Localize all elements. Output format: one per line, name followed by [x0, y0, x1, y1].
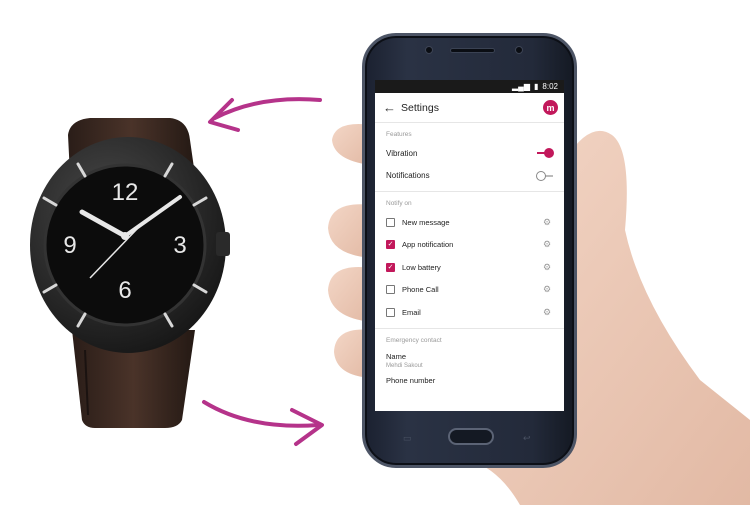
section-label-notify-on: Notify on	[386, 200, 412, 207]
features-section: Features Vibration Notifications	[375, 123, 564, 187]
signal-icon: ▂▄▆	[512, 82, 531, 91]
battery-icon: ▮	[534, 82, 539, 91]
notify-label: Phone Call	[402, 285, 439, 295]
gear-icon[interactable]: ⚙	[543, 262, 552, 272]
app-bar: ← Settings m	[375, 93, 564, 123]
gear-icon[interactable]: ⚙	[543, 217, 552, 227]
avatar[interactable]: m	[543, 100, 558, 115]
feature-row-vibration[interactable]: Vibration	[386, 142, 564, 165]
gear-icon[interactable]: ⚙	[543, 240, 552, 249]
gear-icon[interactable]: ⚙	[543, 285, 552, 294]
phone-call-checkbox[interactable]	[386, 285, 395, 295]
section-label-emergency-contact: Emergency contact	[386, 336, 442, 344]
name-field-label[interactable]: Name	[386, 352, 564, 361]
notify-row-email[interactable]: Email ⚙	[386, 301, 564, 324]
notifications-toggle[interactable]	[536, 170, 554, 181]
back-key-icon[interactable]: ↩	[523, 433, 531, 444]
section-label-features: Features	[386, 131, 412, 138]
recent-apps-icon[interactable]: ▭	[403, 433, 412, 444]
vibration-toggle[interactable]	[536, 148, 554, 159]
home-button[interactable]	[448, 428, 494, 445]
phone-screen: ▂▄▆ ▮ 8:02 ← Settings m Features Vibrati…	[375, 80, 564, 411]
proximity-sensor	[515, 46, 523, 54]
notify-label: New message	[402, 217, 450, 227]
feature-row-notifications[interactable]: Notifications	[386, 165, 564, 188]
notify-label: App notification	[402, 240, 454, 250]
notify-on-section: Notify on New message ⚙ ✓ App notificati…	[375, 192, 564, 324]
new-message-checkbox[interactable]	[386, 217, 395, 227]
notify-row-app-notification[interactable]: ✓ App notification ⚙	[386, 234, 564, 257]
earpiece-speaker	[450, 48, 495, 53]
notify-row-new-message[interactable]: New message ⚙	[386, 211, 564, 234]
low-battery-checkbox[interactable]: ✓	[386, 262, 395, 272]
notify-row-phone-call[interactable]: Phone Call ⚙	[386, 279, 564, 302]
feature-label: Vibration	[386, 148, 418, 158]
emergency-contact-section: Emergency contact Name Mehdi Sakout Phon…	[375, 329, 564, 385]
phone-number-field-label[interactable]: Phone number	[386, 376, 564, 385]
name-field-value: Mehdi Sakout	[386, 362, 423, 369]
app-notification-checkbox[interactable]: ✓	[386, 240, 395, 250]
status-bar: ▂▄▆ ▮ 8:02	[375, 80, 564, 93]
front-camera	[425, 46, 433, 54]
notify-row-low-battery[interactable]: ✓ Low battery ⚙	[386, 256, 564, 279]
arrow-left-icon[interactable]: ←	[383, 100, 399, 115]
smartphone: ▂▄▆ ▮ 8:02 ← Settings m Features Vibrati…	[362, 33, 577, 468]
notify-label: Low battery	[402, 262, 441, 272]
feature-label: Notifications	[386, 171, 430, 181]
email-checkbox[interactable]	[386, 307, 395, 317]
notify-label: Email	[402, 307, 421, 317]
status-time: 8:02	[542, 82, 558, 91]
gear-icon[interactable]: ⚙	[543, 307, 552, 317]
page-title: Settings	[401, 101, 439, 114]
